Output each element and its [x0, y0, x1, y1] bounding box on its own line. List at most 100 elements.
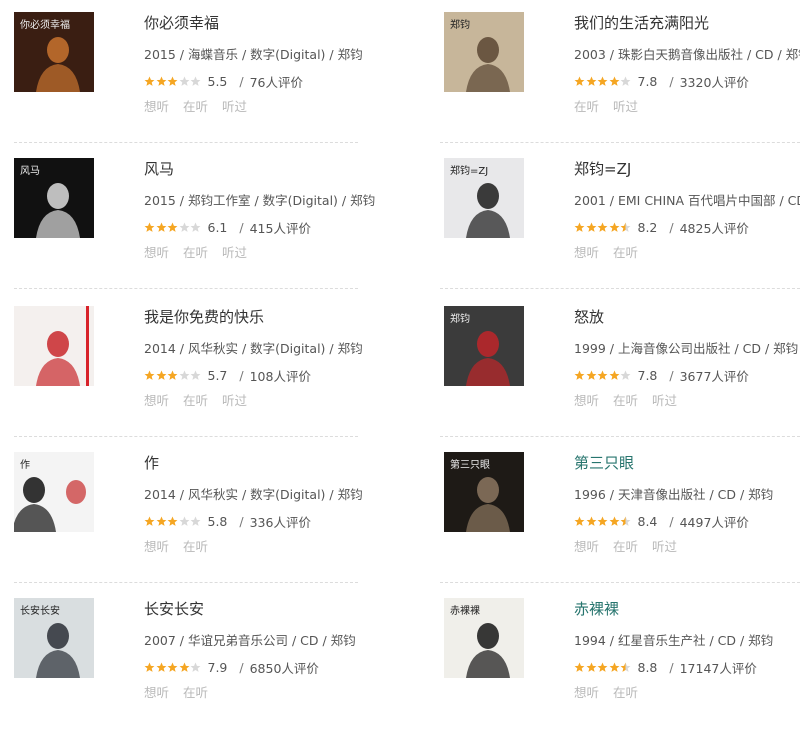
album-column-right: 郑钧 我们的生活充满阳光 2003 / 珠影白天鹅音像出版社 / CD / 郑钧 7.… [400, 0, 800, 706]
album-title[interactable]: 第三只眼 [574, 452, 634, 473]
want-listen-link[interactable]: 想听 [574, 245, 599, 260]
star-icon [179, 222, 189, 232]
album-meta: 1999 / 上海音像公司出版社 / CD / 郑钧 [574, 341, 799, 356]
listened-link[interactable]: 听过 [222, 245, 247, 260]
rating-stars [144, 516, 202, 527]
album-cover[interactable]: 作 [14, 452, 94, 532]
rating-stars [144, 222, 202, 233]
star-icon [179, 662, 189, 672]
star-icon [574, 370, 585, 380]
album-title[interactable]: 我是你免费的快乐 [144, 306, 264, 327]
star-icon [609, 662, 619, 672]
listening-link[interactable]: 在听 [613, 245, 638, 260]
item-divider [14, 582, 358, 583]
star-icon [190, 516, 201, 526]
album-title[interactable]: 你必须幸福 [144, 12, 219, 33]
album-item: 长安长安 长安长安 2007 / 华谊兄弟音乐公司 / CD / 郑钧 7.9 / 685… [0, 598, 400, 744]
star-icon [156, 516, 166, 526]
star-icon [144, 222, 155, 232]
album-cover[interactable]: 赤裸裸 [444, 598, 524, 678]
want-listen-link[interactable]: 想听 [144, 393, 169, 408]
separator: / [669, 219, 674, 235]
rating-row: 8.4 / 4497人评价 [574, 513, 749, 530]
listening-link[interactable]: 在听 [613, 685, 638, 700]
album-cover[interactable]: 郑钧 [444, 306, 524, 386]
action-links: 想听 在听 [574, 682, 652, 701]
album-cover[interactable]: 郑钧 [444, 12, 524, 92]
want-listen-link[interactable]: 想听 [144, 685, 169, 700]
star-icon [597, 662, 608, 672]
separator: / [239, 219, 244, 235]
album-meta: 2001 / EMI CHINA 百代唱片中国部 / CD / 郑钧 [574, 193, 800, 208]
star-icon [167, 662, 178, 672]
separator: / [669, 73, 674, 89]
star-icon [179, 516, 189, 526]
want-listen-link[interactable]: 想听 [144, 539, 169, 554]
album-item: 你必须幸福 你必须幸福 2015 / 海蝶音乐 / 数字(Digital) / 郑钧… [0, 12, 400, 158]
listening-link[interactable]: 在听 [613, 539, 638, 554]
action-links: 想听 在听 听过 [144, 390, 261, 409]
album-cover[interactable]: 郑钧=ZJ [444, 158, 524, 238]
star-icon [167, 516, 178, 526]
album-title[interactable]: 风马 [144, 158, 174, 179]
star-icon [167, 370, 178, 380]
album-meta: 1996 / 天津音像出版社 / CD / 郑钧 [574, 487, 774, 502]
album-meta: 2014 / 风华秋实 / 数字(Digital) / 郑钧 [144, 341, 363, 356]
star-icon [586, 662, 596, 672]
listened-link[interactable]: 听过 [222, 393, 247, 408]
album-cover[interactable]: 第三只眼 [444, 452, 524, 532]
rating-count: 415人评价 [249, 220, 311, 236]
action-links: 想听 在听 听过 [144, 242, 261, 261]
listening-link[interactable]: 在听 [183, 685, 208, 700]
rating-count: 76人评价 [249, 74, 304, 90]
want-listen-link[interactable]: 想听 [144, 245, 169, 260]
want-listen-link[interactable]: 想听 [574, 685, 599, 700]
rating-count: 4825人评价 [679, 220, 749, 236]
listened-link[interactable]: 听过 [613, 99, 638, 114]
svg-text:你必须幸福: 你必须幸福 [20, 18, 70, 31]
listening-link[interactable]: 在听 [183, 245, 208, 260]
album-column-left: 你必须幸福 你必须幸福 2015 / 海蝶音乐 / 数字(Digital) / 郑钧… [0, 0, 400, 706]
rating-row: 5.8 / 336人评价 [144, 513, 311, 530]
album-cover[interactable]: 风马 [14, 158, 94, 238]
listening-link[interactable]: 在听 [183, 539, 208, 554]
album-title[interactable]: 我们的生活充满阳光 [574, 12, 709, 33]
rating-stars [144, 662, 202, 673]
want-listen-link[interactable]: 想听 [574, 393, 599, 408]
album-title[interactable]: 赤裸裸 [574, 598, 619, 619]
rating-stars [574, 370, 632, 381]
star-icon [586, 516, 596, 526]
album-cover[interactable] [14, 306, 94, 386]
album-title[interactable]: 长安长安 [144, 598, 204, 619]
listening-link[interactable]: 在听 [574, 99, 599, 114]
listened-link[interactable]: 听过 [222, 99, 247, 114]
album-cover[interactable]: 长安长安 [14, 598, 94, 678]
album-title[interactable]: 郑钧=ZJ [574, 158, 631, 179]
star-icon [190, 370, 201, 380]
listening-link[interactable]: 在听 [613, 393, 638, 408]
rating-row: 8.2 / 4825人评价 [574, 219, 749, 236]
listening-link[interactable]: 在听 [183, 393, 208, 408]
rating-value: 6.1 [207, 219, 228, 235]
action-links: 想听 在听 听过 [574, 390, 691, 409]
rating-value: 7.8 [637, 73, 658, 89]
rating-count: 6850人评价 [249, 660, 319, 676]
action-links: 想听 在听 听过 [144, 96, 261, 115]
star-icon [597, 370, 608, 380]
star-icon [144, 76, 155, 86]
star-icon [190, 76, 201, 86]
album-cover[interactable]: 你必须幸福 [14, 12, 94, 92]
listened-link[interactable]: 听过 [652, 393, 677, 408]
want-listen-link[interactable]: 想听 [574, 539, 599, 554]
listening-link[interactable]: 在听 [183, 99, 208, 114]
action-links: 想听 在听 听过 [574, 536, 691, 555]
want-listen-link[interactable]: 想听 [144, 99, 169, 114]
album-title[interactable]: 怒放 [574, 306, 604, 327]
album-title[interactable]: 作 [144, 452, 159, 473]
star-icon [620, 222, 631, 232]
rating-stars [574, 516, 632, 527]
star-icon [586, 222, 596, 232]
album-item: 第三只眼 第三只眼 1996 / 天津音像出版社 / CD / 郑钧 8.4 / 4497… [400, 452, 800, 598]
item-divider [440, 142, 800, 143]
listened-link[interactable]: 听过 [652, 539, 677, 554]
